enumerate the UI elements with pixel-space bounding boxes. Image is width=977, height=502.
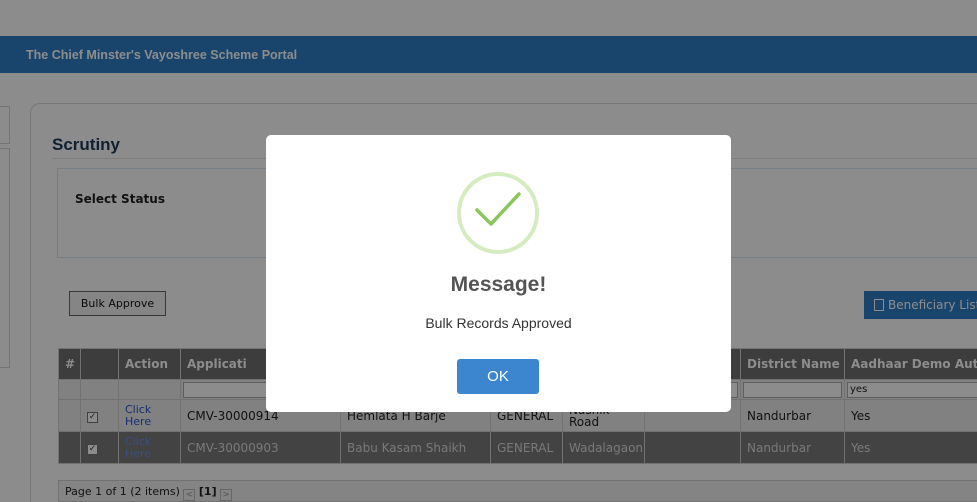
dialog-message: Bulk Records Approved [425, 315, 572, 331]
ok-button[interactable]: OK [457, 359, 539, 394]
message-dialog: Message! Bulk Records Approved OK [266, 135, 731, 412]
success-check-icon [457, 172, 539, 254]
dialog-title: Message! [450, 273, 547, 296]
